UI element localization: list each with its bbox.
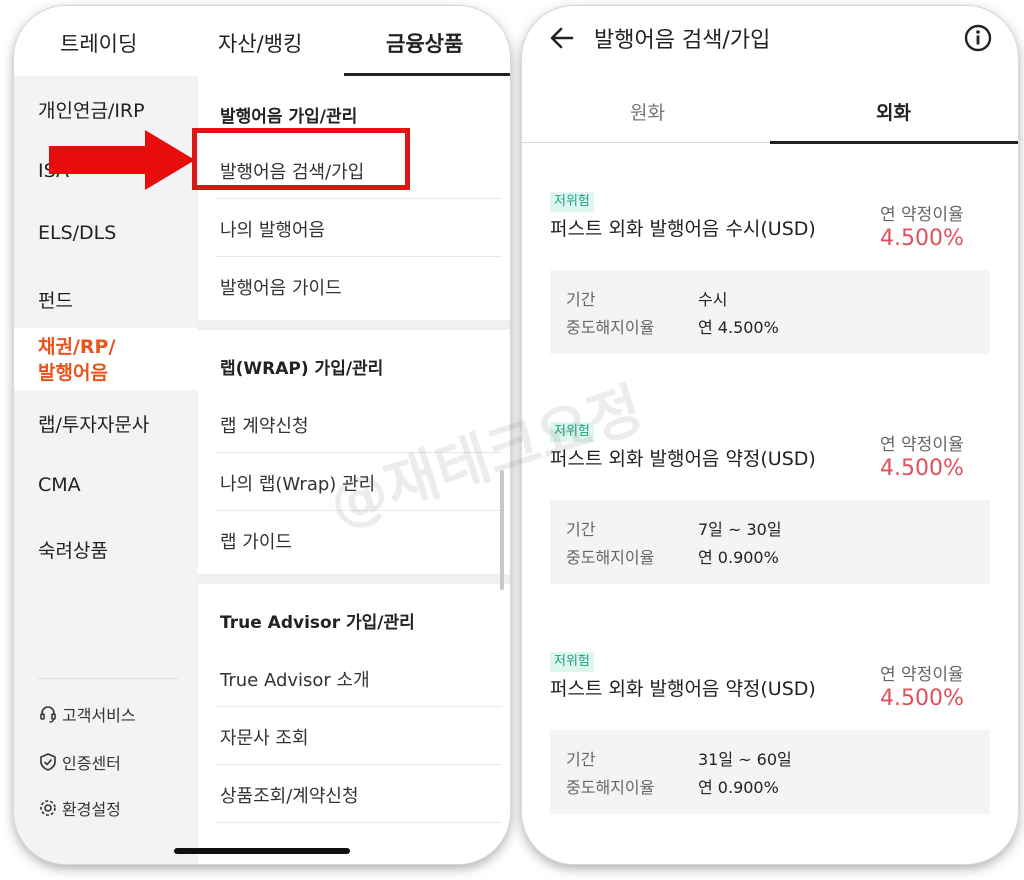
sidebar-item-cma[interactable]: CMA [38,474,81,496]
period-label: 기간 [566,520,596,539]
info-icon[interactable] [962,22,994,54]
tab-financial-products[interactable]: 금융상품 [386,28,463,58]
early-termination-rate: 연 4.500% [698,318,779,337]
product-name: 퍼스트 외화 발행어음 약정(USD) [550,448,816,470]
product-name: 퍼스트 외화 발행어음 약정(USD) [550,678,816,700]
top-tab-bar: 트레이딩 자산/뱅킹 금융상품 [14,6,510,76]
sidebar-item-els-dls[interactable]: ELS/DLS [38,222,116,244]
period-value: 수시 [698,290,728,309]
menu-divider [216,510,502,511]
page-header: 발행어음 검색/가입 [522,6,1018,76]
menu-scrollbar[interactable] [500,470,504,590]
tab-assets-banking[interactable]: 자산/뱅킹 [218,28,302,58]
rate-label: 연 약정이율 [880,665,964,685]
tab-trading[interactable]: 트레이딩 [60,28,137,58]
sidebar-divider [38,678,178,679]
settings-label: 환경설정 [62,800,121,819]
menu-item-wrap-guide[interactable]: 랩 가이드 [220,528,292,554]
product-detail-box: 기간 7일 ~ 30일 중도해지이율 연 0.900% [550,500,990,584]
sidebar-active-label-line2: 발행어음 [38,362,108,384]
rate-label: 연 약정이율 [880,205,964,225]
risk-badge: 저위험 [550,652,594,672]
period-label: 기간 [566,750,596,769]
certificate-center-link[interactable]: 인증센터 [38,750,121,774]
menu-divider [216,452,502,453]
sidebar-item-fund[interactable]: 펀드 [38,286,73,313]
menu-item-my-notes[interactable]: 나의 발행어음 [220,216,325,242]
menu-item-advisor-lookup[interactable]: 자문사 조회 [220,724,309,750]
early-termination-label: 중도해지이율 [566,548,655,567]
rate-label: 연 약정이율 [880,435,964,455]
customer-service-label: 고객서비스 [62,706,136,725]
risk-badge: 저위험 [550,422,594,442]
menu-item-my-wrap[interactable]: 나의 랩(Wrap) 관리 [220,470,375,496]
customer-service-link[interactable]: 고객서비스 [38,702,136,726]
tab-krw[interactable]: 원화 [630,98,665,125]
tab-foreign-currency[interactable]: 외화 [876,98,911,125]
menu-divider [216,822,502,823]
back-arrow-icon[interactable] [548,24,576,52]
settings-link[interactable]: 환경설정 [38,796,121,820]
period-value: 31일 ~ 60일 [698,750,792,769]
section-title-true-advisor: True Advisor 가입/관리 [220,613,415,633]
menu-divider [216,764,502,765]
headset-icon [40,706,56,723]
right-phone-screen: 발행어음 검색/가입 원화 외화 저위험 퍼스트 외화 발행어음 수시(USD)… [522,6,1018,864]
period-value: 7일 ~ 30일 [698,520,782,539]
rate-value: 4.500% [880,686,964,711]
early-termination-label: 중도해지이율 [566,318,655,337]
category-sidebar: 개인연금/IRP ISA ELS/DLS 펀드 채권/RP/ 발행어음 랩/투자… [14,76,198,864]
sidebar-item-cooling-off[interactable]: 숙려상품 [38,536,108,563]
menu-item-wrap-contract[interactable]: 랩 계약신청 [220,412,309,438]
sidebar-item-pension-irp[interactable]: 개인연금/IRP [38,96,145,123]
highlight-box [192,128,410,190]
early-termination-label: 중도해지이율 [566,778,655,797]
menu-item-advisor-intro[interactable]: True Advisor 소개 [220,666,370,692]
product-name: 퍼스트 외화 발행어음 수시(USD) [550,218,816,240]
section-separator [198,320,510,330]
rate-value: 4.500% [880,226,964,251]
rate-value: 4.500% [880,456,964,481]
submenu-panel: 발행어음 가입/관리 발행어음 검색/가입 나의 발행어음 발행어음 가이드 랩… [198,76,510,864]
risk-badge: 저위험 [550,192,594,212]
sidebar-item-wrap-advisory[interactable]: 랩/투자자문사 [38,410,149,437]
menu-divider [216,256,502,257]
left-phone-screen: 트레이딩 자산/뱅킹 금융상품 개인연금/IRP ISA ELS/DLS 펀드 … [14,6,510,864]
sidebar-item-bond-rp-note[interactable]: 채권/RP/ 발행어음 [38,334,115,386]
product-detail-box: 기간 수시 중도해지이율 연 4.500% [550,270,990,354]
menu-item-note-guide[interactable]: 발행어음 가이드 [220,274,342,300]
active-tab-underline [770,141,1018,144]
early-termination-rate: 연 0.900% [698,778,779,797]
period-label: 기간 [566,290,596,309]
shield-check-icon [40,753,56,771]
section-separator [198,574,510,584]
home-indicator [174,848,350,854]
menu-divider [216,198,502,199]
certificate-center-label: 인증센터 [62,754,121,773]
sidebar-active-label-line1: 채권/RP/ [38,336,116,358]
menu-item-product-lookup[interactable]: 상품조회/계약신청 [220,782,359,808]
section-title-wrap: 랩(WRAP) 가입/관리 [220,359,384,379]
early-termination-rate: 연 0.900% [698,548,779,567]
red-arrow-icon [49,130,195,190]
section-title-issued-note: 발행어음 가입/관리 [220,107,358,127]
menu-divider [216,706,502,707]
page-title: 발행어음 검색/가입 [594,28,771,53]
product-detail-box: 기간 31일 ~ 60일 중도해지이율 연 0.900% [550,730,990,814]
gear-icon [40,800,56,816]
screenshot-stage: 트레이딩 자산/뱅킹 금융상품 개인연금/IRP ISA ELS/DLS 펀드 … [0,0,1024,880]
